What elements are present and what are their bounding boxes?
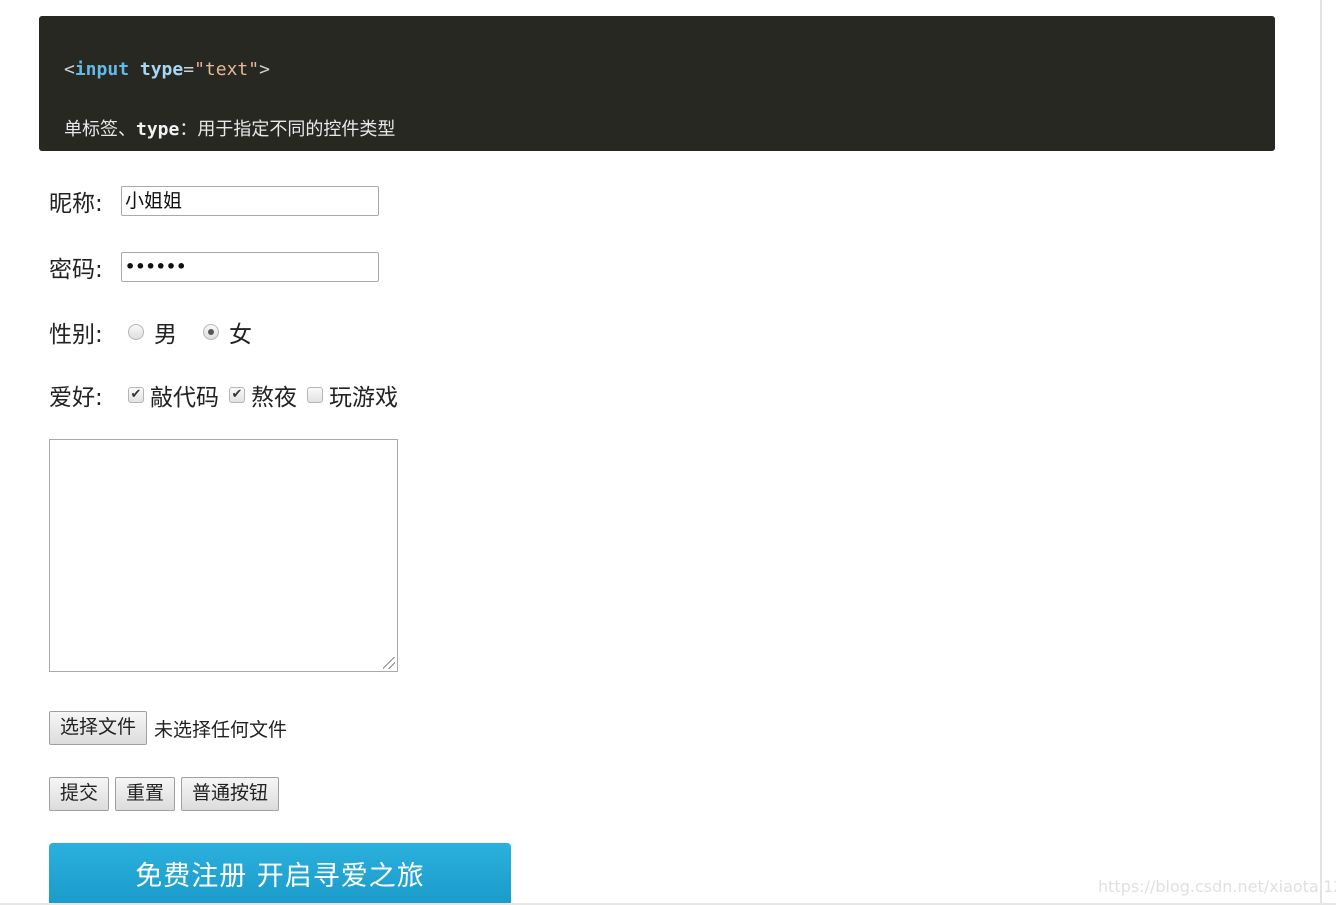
code-desc-prefix: 单标签、 — [64, 119, 136, 140]
gender-radio-female[interactable] — [203, 324, 219, 340]
submit-button[interactable]: 提交 — [49, 777, 110, 811]
file-upload-row: 选择文件 未选择任何文件 — [49, 711, 287, 745]
hobby-checkbox-gaming[interactable] — [307, 387, 323, 403]
gender-option-male: 男 — [154, 322, 177, 348]
page-right-border — [1320, 0, 1322, 905]
gender-label: 性别: — [49, 322, 103, 348]
file-status-text: 未选择任何文件 — [154, 718, 288, 741]
gender-row: 性别: 男 女 — [49, 315, 255, 349]
message-textarea[interactable] — [49, 439, 398, 672]
password-label: 密码: — [49, 257, 103, 283]
page: <input type="text"> 单标签、type：用于指定不同的控件类型… — [0, 0, 1336, 905]
code-tag-open: < — [64, 59, 75, 80]
code-line: <input type="text"> — [64, 59, 270, 80]
hobby-option-coding: 敲代码 — [150, 385, 219, 411]
hobby-row: 爱好: ✔ 敲代码 ✔ 熬夜 玩游戏 — [49, 378, 401, 412]
gender-option-female: 女 — [229, 322, 252, 348]
hobby-checkbox-coding[interactable]: ✔ — [128, 387, 144, 403]
code-attr-value: "text" — [194, 59, 260, 80]
password-input[interactable]: •••••• — [121, 252, 379, 282]
gender-radio-male[interactable] — [128, 324, 144, 340]
watermark-text: https://blog.csdn.net/xiaotai1234 — [1098, 877, 1336, 896]
code-attr-name: type — [139, 59, 184, 80]
code-eq: = — [183, 59, 195, 80]
reset-button[interactable]: 重置 — [115, 777, 176, 811]
code-tag-close: > — [259, 59, 270, 80]
nickname-input[interactable]: 小姐姐 — [121, 186, 379, 216]
code-snippet: <input type="text"> 单标签、type：用于指定不同的控件类型 — [39, 16, 1275, 151]
hobby-option-gaming: 玩游戏 — [329, 385, 398, 411]
register-cta-button[interactable]: 免费注册 开启寻爱之旅 — [49, 843, 511, 905]
choose-file-button[interactable]: 选择文件 — [49, 711, 148, 745]
code-desc-suffix: ：用于指定不同的控件类型 — [179, 119, 396, 140]
code-tag-name: input — [74, 59, 130, 80]
resize-grip-icon[interactable] — [383, 657, 395, 669]
code-description: 单标签、type：用于指定不同的控件类型 — [64, 115, 395, 141]
password-row: 密码: •••••• — [49, 250, 379, 284]
nickname-row: 昵称: 小姐姐 — [49, 184, 379, 218]
plain-button[interactable]: 普通按钮 — [181, 777, 280, 811]
nickname-label: 昵称: — [49, 191, 103, 217]
form-buttons: 提交 重置 普通按钮 — [49, 777, 280, 811]
code-desc-keyword: type — [136, 119, 180, 140]
hobby-label: 爱好: — [49, 385, 103, 411]
hobby-option-staying-up: 熬夜 — [251, 385, 297, 411]
hobby-checkbox-staying-up[interactable]: ✔ — [229, 387, 245, 403]
